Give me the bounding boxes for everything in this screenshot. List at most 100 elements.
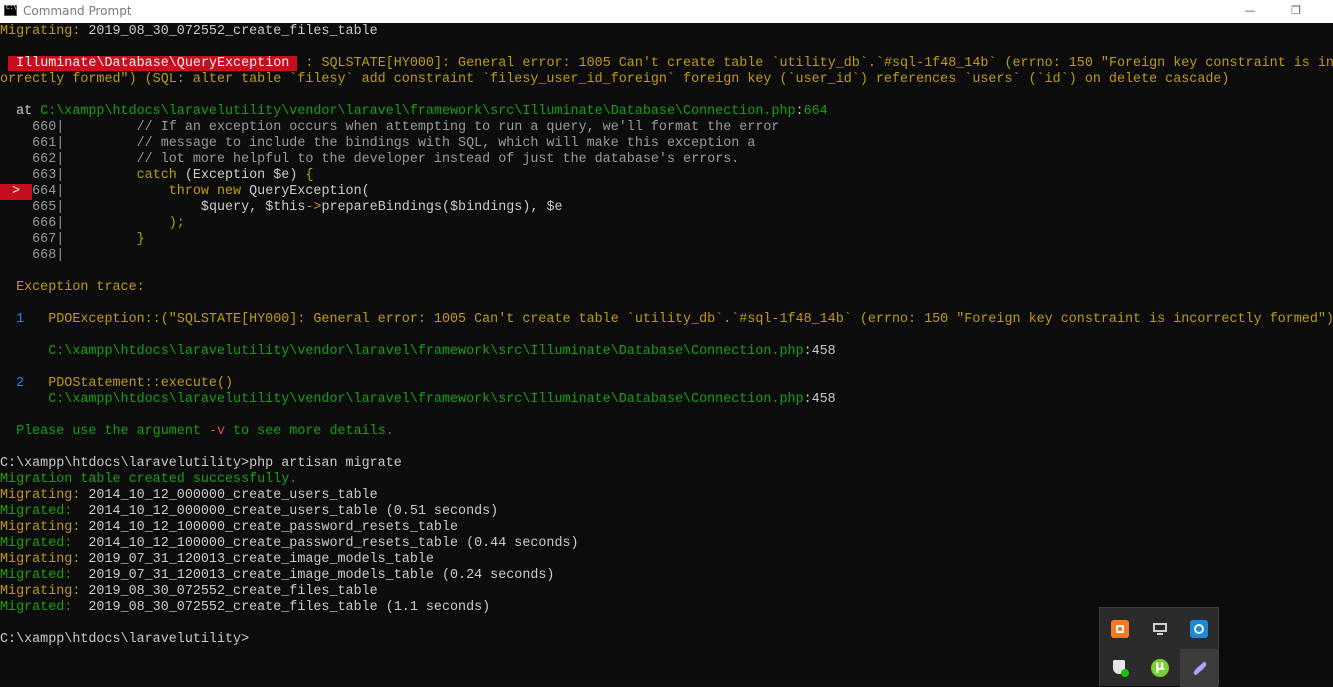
console-line: Migrated: 2019_08_30_072552_create_files…: [0, 600, 490, 616]
console-line: Migrating: 2019_07_31_120013_create_imag…: [0, 552, 434, 568]
console-text-segment: -v: [208, 424, 226, 439]
console-text-segment: ->: [305, 200, 322, 215]
console-text-segment: 661| // message to include the bindings …: [0, 136, 756, 151]
console-line: 666| );: [0, 216, 185, 232]
console-line: Migrating: 2014_10_12_000000_create_user…: [0, 488, 378, 504]
console-text-segment: orrectly formed") (SQL: alter table `fil…: [0, 72, 1230, 87]
console-line: Migrated: 2014_10_12_000000_create_users…: [0, 504, 498, 520]
console-line: 660| // If an exception occurs when atte…: [0, 120, 779, 136]
console-line: 661| // message to include the bindings …: [0, 136, 755, 152]
console-line: 663| catch (Exception $e) {: [0, 168, 313, 184]
console-text-segment: [64, 232, 136, 247]
console-line: C:\xampp\htdocs\laravelutility\vendor\la…: [0, 392, 836, 408]
console-text-segment: Exception trace:: [0, 280, 145, 295]
console-text-segment: 2019_08_30_072552_create_files_table: [80, 584, 378, 599]
console-line: Migrating: 2019_08_30_072552_create_file…: [0, 24, 378, 40]
maximize-button[interactable]: ❐: [1273, 0, 1319, 23]
console-text-segment: 2019_08_30_072552_create_files_table: [80, 24, 378, 39]
console-line: 665| $query, $this->prepareBindings($bin…: [0, 200, 563, 216]
console-text-segment: 2: [0, 376, 25, 391]
console-line: Migration table created successfully.: [0, 472, 297, 488]
console-text-segment: throw new: [168, 184, 242, 199]
console-text-segment: 667|: [0, 232, 65, 247]
feather-icon[interactable]: [1190, 659, 1208, 677]
console-line: 2 PDOStatement::execute(): [0, 376, 233, 392]
console-text-segment: ): [289, 168, 306, 183]
console-text-segment: to see more details.: [225, 424, 394, 439]
console-text-segment: $query, $this: [64, 200, 306, 215]
console-line: Migrating: 2014_10_12_100000_create_pass…: [0, 520, 458, 536]
console-output[interactable]: Migrating: 2019_08_30_072552_create_file…: [0, 23, 1333, 686]
console-line: > 664| throw new QueryException(: [0, 184, 370, 200]
console-text-segment: Migrating:: [0, 520, 81, 535]
console-text-segment: Migration table created successfully.: [0, 472, 298, 487]
console-text-segment: 2014_10_12_000000_create_users_table (0.…: [80, 504, 499, 519]
console-text-segment: 662| // lot more helpful to the develope…: [0, 152, 740, 167]
command-prompt-icon: [4, 4, 17, 16]
console-text-segment: 2014_10_12_100000_create_password_resets…: [80, 520, 459, 535]
console-text-segment: :458: [803, 392, 836, 407]
console-text-segment: Migrated:: [0, 568, 81, 583]
console-text-segment: QueryException(: [241, 184, 370, 199]
console-text-segment: 664|: [0, 184, 65, 199]
console-text-segment: :458: [803, 344, 836, 359]
console-text-segment: Migrating:: [0, 552, 81, 567]
console-text-segment: $e: [273, 168, 290, 183]
console-line: C:\xampp\htdocs\laravelutility>php artis…: [0, 456, 402, 472]
console-text-segment: 2019_07_31_120013_create_image_models_ta…: [80, 552, 434, 567]
utorrent-icon[interactable]: [1151, 659, 1169, 677]
console-text-segment: Migrating:: [0, 24, 81, 39]
console-text-segment: PDOStatement::execute(): [48, 376, 234, 391]
console-text-segment: 2019_08_30_072552_create_files_table (1.…: [80, 600, 491, 615]
console-line: Migrating: 2019_08_30_072552_create_file…: [0, 584, 378, 600]
console-text-segment: Illuminate\Database\QueryException: [8, 56, 298, 71]
xampp-icon[interactable]: [1111, 620, 1129, 638]
console-text-segment: 664: [803, 104, 828, 119]
console-text-segment: C:\xampp\htdocs\laravelutility>: [0, 632, 250, 647]
console-line: at C:\xampp\htdocs\laravelutility\vendor…: [0, 104, 828, 120]
console-text-segment: 663|: [0, 168, 65, 183]
console-text-segment: at: [0, 104, 41, 119]
minimize-button[interactable]: —: [1227, 0, 1273, 23]
console-line: C:\xampp\htdocs\laravelutility\vendor\la…: [0, 344, 836, 360]
tray-item-highlight[interactable]: [1180, 649, 1218, 687]
console-text-segment: 1: [0, 312, 25, 327]
console-text-segment: [24, 376, 48, 391]
console-text-segment: PDOException::("SQLSTATE[HY000]: General…: [48, 312, 1333, 327]
console-text-segment: C:\xampp\htdocs\laravelutility\vendor\la…: [48, 392, 804, 407]
console-text-segment: {: [305, 168, 314, 183]
console-text-segment: Migrated:: [0, 536, 81, 551]
console-text-segment: 665|: [0, 200, 65, 215]
network-icon[interactable]: [1190, 620, 1208, 638]
console-text-segment: :: [795, 104, 804, 119]
console-text-segment: C:\xampp\htdocs\laravelutility>php artis…: [0, 456, 402, 471]
console-text-segment: }: [136, 232, 145, 247]
console-text-segment: Migrated:: [0, 600, 81, 615]
window-title: Command Prompt: [23, 4, 132, 18]
console-text-segment: 660| // If an exception occurs when atte…: [0, 120, 780, 135]
defender-icon[interactable]: [1111, 659, 1129, 677]
console-text-segment: [64, 184, 168, 199]
console-text-segment: );: [168, 216, 185, 231]
console-line: 1 PDOException::("SQLSTATE[HY000]: Gener…: [0, 312, 1333, 328]
console-text-segment: 666|: [0, 216, 65, 231]
console-text-segment: Migrated:: [0, 504, 81, 519]
console-text-segment: Migrating:: [0, 584, 81, 599]
console-line: Exception trace:: [0, 280, 145, 296]
console-text-segment: prepareBindings($bindings), $e: [321, 200, 563, 215]
console-line: Migrated: 2014_10_12_100000_create_passw…: [0, 536, 579, 552]
console-text-segment: Please use the argument: [0, 424, 209, 439]
console-text-segment: Migrating:: [0, 488, 81, 503]
display-icon[interactable]: [1151, 620, 1169, 638]
console-line: Migrated: 2019_07_31_120013_create_image…: [0, 568, 554, 584]
console-text-segment: C:\xampp\htdocs\laravelutility\vendor\la…: [48, 344, 804, 359]
tray-overflow-panel: [1099, 607, 1219, 687]
console-text-segment: 2019_07_31_120013_create_image_models_ta…: [80, 568, 555, 583]
console-text-segment: 668|: [0, 248, 65, 263]
console-text-segment: [0, 56, 8, 71]
console-line: 668|: [0, 248, 64, 264]
console-line: 667| }: [0, 232, 145, 248]
title-bar[interactable]: Command Prompt — ❐: [0, 0, 1333, 23]
console-text-segment: [24, 312, 48, 327]
console-text-segment: [0, 344, 48, 359]
